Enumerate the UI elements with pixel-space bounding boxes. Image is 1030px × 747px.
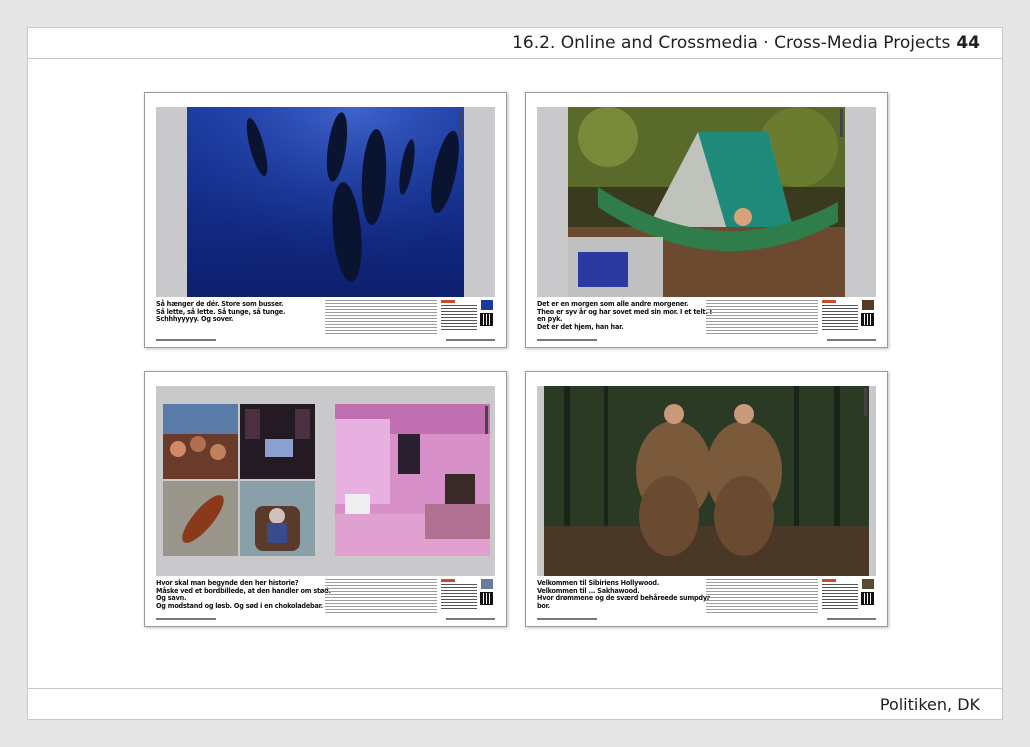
page-number: 44 — [956, 33, 980, 53]
thumbnail-image — [481, 300, 493, 310]
spread-caption: Så hænger de dér. Store som busser. Så l… — [156, 300, 336, 323]
dark-room-illustration — [240, 404, 315, 479]
caption-line: Theo er syv år og har sovet med sin mor.… — [537, 306, 712, 324]
photo-credit-strip — [864, 388, 867, 416]
section-title-text: 16.2. Online and Crossmedia · Cross-Medi… — [512, 33, 951, 53]
sidebar-text — [822, 584, 858, 610]
pink-bedroom-illustration — [335, 404, 490, 556]
article-body-text — [706, 300, 818, 336]
qr-code-icon — [480, 313, 493, 326]
caption-line: Det er det hjem, han har. — [537, 321, 624, 331]
sidebar-text — [822, 305, 858, 331]
collage-photo-chair — [240, 481, 315, 556]
sidebar-text — [441, 584, 477, 610]
qr-code-icon — [480, 592, 493, 605]
lying-figure-illustration — [163, 481, 238, 556]
page-folio — [156, 618, 495, 621]
newspaper-spread-hammock: Det er en morgen som alle andre morgener… — [525, 92, 888, 348]
spread-caption: Det er en morgen som alle andre morgener… — [537, 300, 717, 330]
sidebar-label — [822, 300, 836, 303]
chair-illustration — [240, 481, 315, 556]
article-body-text — [706, 579, 818, 615]
newspaper-spread-whales: Så hænger de dér. Store som busser. Så l… — [144, 92, 507, 348]
sidebar-teaser — [441, 579, 479, 613]
pink-bedroom-photo — [335, 404, 490, 556]
slide-page: 16.2. Online and Crossmedia · Cross-Medi… — [27, 27, 1003, 720]
qr-code-icon — [861, 592, 874, 605]
thumbnail-image — [862, 300, 874, 310]
photo-credit-strip — [459, 109, 462, 137]
page-folio — [537, 339, 876, 342]
photo-credit-strip — [840, 109, 843, 137]
whales-illustration — [187, 107, 464, 297]
collage-photo-crowd — [163, 404, 238, 479]
thumbnail-image — [481, 579, 493, 589]
thumbnail-image — [862, 579, 874, 589]
hammock-photo — [568, 107, 845, 297]
newspaper-spread-fur-costumes: Velkommen til Sibiriens Hollywood. Velko… — [525, 371, 888, 627]
caption-line: Måske ved et bordbillede, at den handler… — [156, 585, 331, 603]
footer-bar: Politiken, DK — [28, 688, 1002, 719]
sidebar-text — [441, 305, 477, 331]
sidebar-label — [441, 300, 455, 303]
qr-code-icon — [861, 313, 874, 326]
sidebar-label — [822, 579, 836, 582]
collage-photo-dark-room — [240, 404, 315, 479]
sidebar-teaser — [822, 579, 860, 613]
article-body-text — [325, 300, 437, 336]
sidebar-teaser — [822, 300, 860, 334]
caption-line: Schhhyyyyy. Og sover. — [156, 314, 234, 324]
source-credit: Politiken, DK — [879, 695, 980, 714]
article-body-text — [325, 579, 437, 615]
collage-photo-lying — [163, 481, 238, 556]
hammock-illustration — [568, 107, 845, 297]
spread-caption: Velkommen til Sibiriens Hollywood. Velko… — [537, 579, 717, 609]
sidebar-label — [441, 579, 455, 582]
section-title: 16.2. Online and Crossmedia · Cross-Medi… — [512, 33, 980, 53]
sidebar-teaser — [441, 300, 479, 334]
fur-costumes-illustration — [544, 386, 869, 576]
page-folio — [156, 339, 495, 342]
newspaper-spread-collage: Hvor skal man begynde den her historie? … — [144, 371, 507, 627]
header-bar: 16.2. Online and Crossmedia · Cross-Medi… — [28, 28, 1002, 59]
crowd-illustration — [163, 404, 238, 479]
caption-line: Hvor drømmene og de sværd behåreede sump… — [537, 593, 710, 610]
page-folio — [537, 618, 876, 621]
caption-line: Og modstand og løsb. Og sød i en chokola… — [156, 600, 323, 610]
fur-costumes-photo — [544, 386, 869, 576]
photo-credit-strip — [485, 406, 488, 434]
whales-photo — [187, 107, 464, 297]
spread-caption: Hvor skal man begynde den her historie? … — [156, 579, 336, 609]
